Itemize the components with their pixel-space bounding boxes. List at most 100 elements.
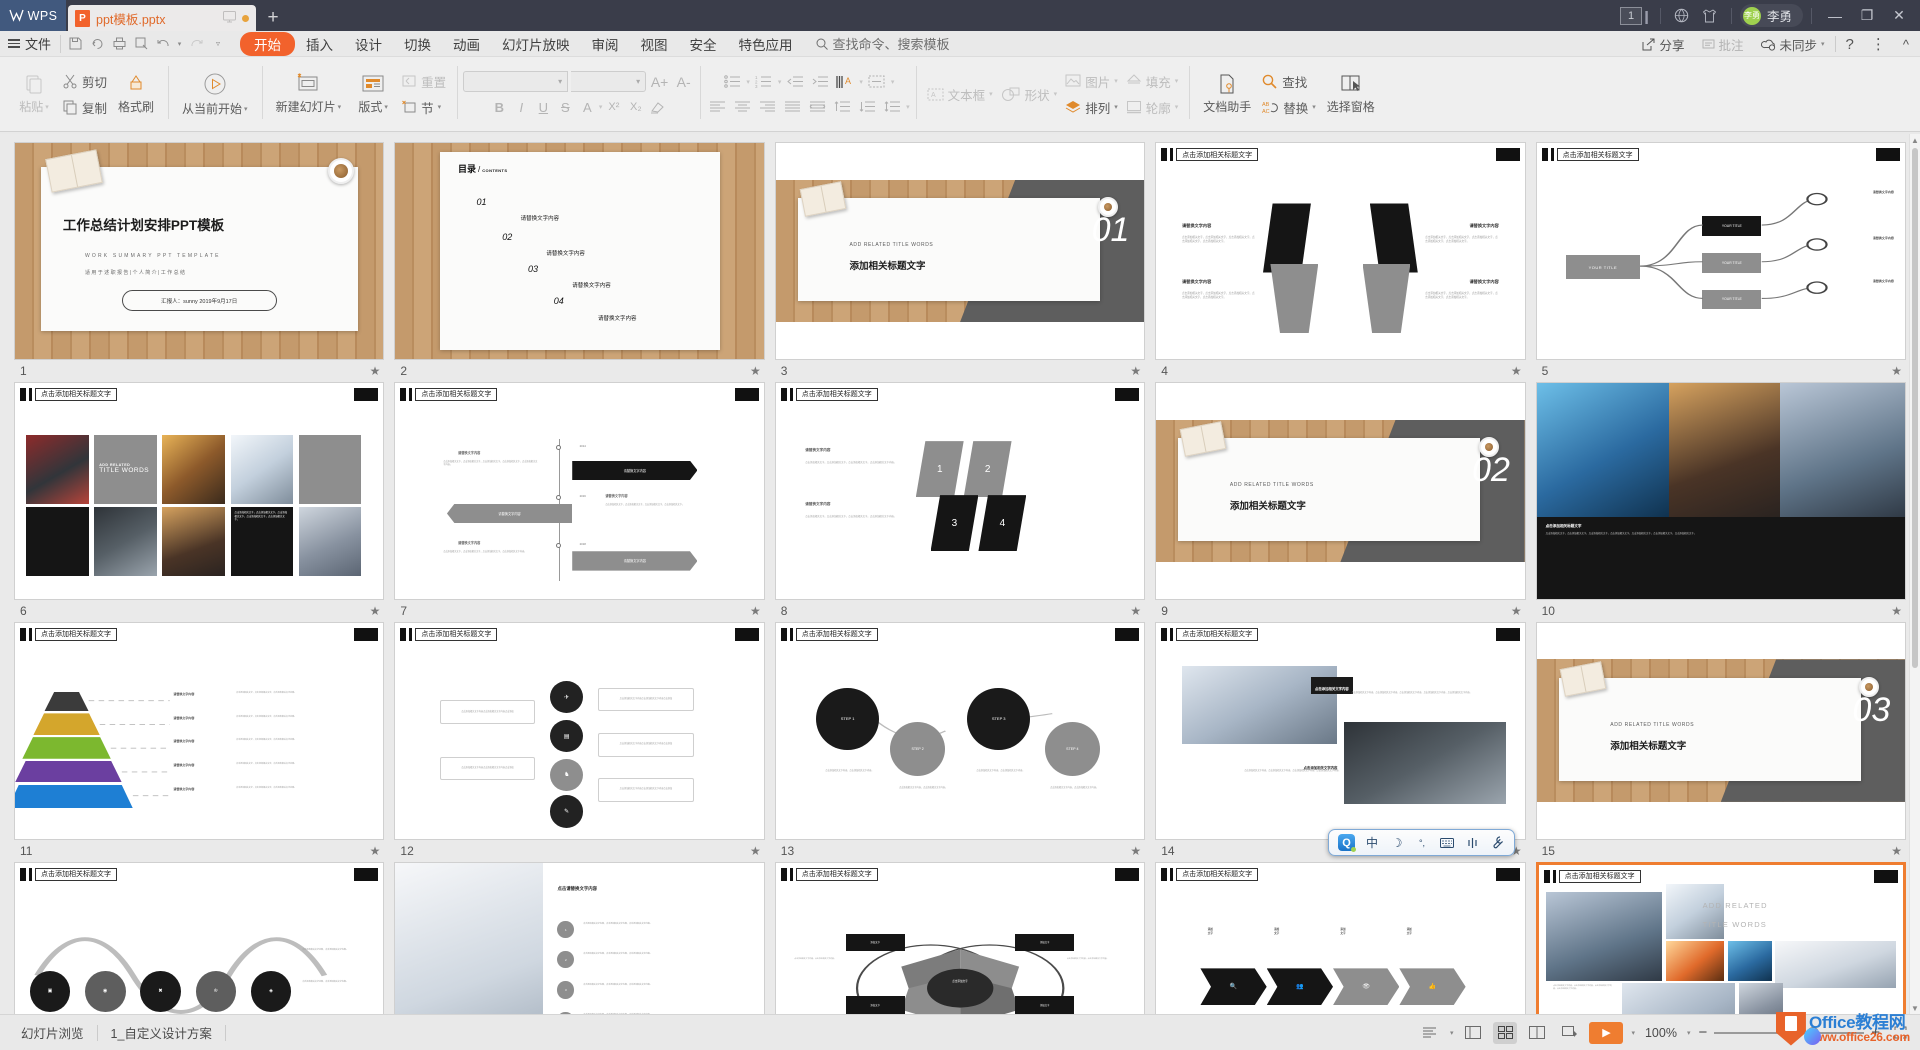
fill-button[interactable]: 填充▾ bbox=[1122, 70, 1183, 93]
align-right-icon[interactable] bbox=[756, 97, 778, 116]
strikethrough-button[interactable]: S bbox=[555, 97, 576, 117]
animation-star-icon[interactable]: ★ bbox=[1130, 844, 1141, 858]
monitor-icon[interactable] bbox=[223, 11, 236, 26]
globe-icon[interactable] bbox=[1669, 4, 1695, 28]
slide-cell[interactable]: 点击添加相关标题文字 ✈ ▤ ♞ ✎ 点击添加相关文字内容点击添加相关文字内容点… bbox=[394, 622, 764, 862]
skin-shirt-icon[interactable] bbox=[1697, 4, 1723, 28]
print-preview-icon[interactable] bbox=[131, 34, 151, 54]
page-count-chip[interactable]: 1 bbox=[1620, 7, 1642, 25]
text-direction-icon[interactable]: A bbox=[834, 72, 856, 91]
animation-star-icon[interactable]: ★ bbox=[750, 844, 761, 858]
align-center-icon[interactable] bbox=[731, 97, 753, 116]
tab-review[interactable]: 审阅 bbox=[581, 32, 630, 56]
chevron-down-icon[interactable]: ▾ bbox=[746, 78, 750, 86]
slide-cell[interactable]: ADD RELATED TITLE WORDS 添加相关标题文字 01 3 ★ bbox=[775, 142, 1145, 382]
slide-cell[interactable]: 点击添加相关标题文字 ▣ ◉ ✖ ♔ ◈ 点击添加相关文字内容，点击添加相关文字… bbox=[14, 862, 384, 1014]
animation-star-icon[interactable]: ★ bbox=[1130, 364, 1141, 378]
underline-button[interactable]: U bbox=[533, 97, 554, 117]
slide-thumbnail-14[interactable]: 点击添加相关标题文字 点击添加相关文字内容 点击添加相关文字内容，点击添加相关文… bbox=[1155, 622, 1525, 840]
chevron-down-icon[interactable]: ▾ bbox=[906, 103, 910, 111]
font-family-select[interactable]: ▾ bbox=[463, 71, 568, 92]
numbering-icon[interactable]: 123 bbox=[753, 72, 775, 91]
redo-icon[interactable] bbox=[186, 34, 206, 54]
chevron-down-icon[interactable]: ▾ bbox=[1312, 103, 1316, 111]
animation-star-icon[interactable]: ★ bbox=[750, 364, 761, 378]
reset-button[interactable]: 重置 bbox=[398, 70, 450, 93]
chevron-down-icon[interactable]: ▾ bbox=[1821, 40, 1825, 48]
animation-star-icon[interactable]: ★ bbox=[370, 604, 381, 618]
slide-cell[interactable]: 点击添加相关标题文字 请替换文字内容 点击添加相关文字，点击添加相关文字，点击添… bbox=[14, 622, 384, 862]
chevron-down-icon[interactable]: ▾ bbox=[338, 103, 342, 111]
textbox-button[interactable]: A 文本框▾ bbox=[923, 83, 997, 106]
chevron-down-icon[interactable]: ▾ bbox=[891, 78, 895, 86]
subscript-button[interactable]: X₂ bbox=[625, 97, 646, 117]
shrink-font-button[interactable]: A- bbox=[673, 72, 694, 92]
slide-thumbnail-3[interactable]: ADD RELATED TITLE WORDS 添加相关标题文字 01 bbox=[775, 142, 1145, 360]
new-slide-button[interactable]: 新建幻灯片▾ bbox=[269, 69, 349, 119]
tab-security[interactable]: 安全 bbox=[679, 32, 728, 56]
animation-star-icon[interactable]: ★ bbox=[750, 604, 761, 618]
chevron-down-icon[interactable]: ▾ bbox=[45, 103, 49, 111]
sync-status-button[interactable]: 未同步 ▾ bbox=[1754, 35, 1832, 54]
zoom-out-button[interactable]: − bbox=[1698, 1024, 1707, 1041]
animation-star-icon[interactable]: ★ bbox=[1891, 364, 1902, 378]
bullets-icon[interactable] bbox=[721, 72, 743, 91]
presenter-view-button[interactable] bbox=[1557, 1022, 1581, 1044]
command-search[interactable]: 查找命令、搜索模板 bbox=[816, 34, 950, 53]
slide-thumbnail-10[interactable]: 点击添加相关标题文字 点击添加相关文字，点击添加相关文字，点击添加相关文字，点击… bbox=[1536, 382, 1906, 600]
ime-language-mode-button[interactable]: 中 bbox=[1364, 834, 1380, 851]
slide-cell[interactable]: 点击添加相关标题文字 点击添加相关文字内容 点击添加相关文字内容，点击添加相关文… bbox=[1155, 622, 1525, 862]
undo-icon[interactable] bbox=[153, 34, 173, 54]
slide-cell[interactable]: 点击添加相关标题文字 ADD RELATED TITLE WORDS 点击添加相… bbox=[1536, 862, 1906, 1014]
normal-view-button[interactable] bbox=[1461, 1022, 1485, 1044]
chevron-down-icon[interactable]: ▾ bbox=[1114, 77, 1118, 85]
chevron-down-icon[interactable]: ▾ bbox=[438, 103, 442, 111]
more-options-button[interactable]: ⋮ bbox=[1864, 35, 1893, 53]
scroll-thumb[interactable] bbox=[1912, 148, 1918, 668]
undo-curve-icon[interactable] bbox=[87, 34, 107, 54]
superscript-button[interactable]: X² bbox=[603, 97, 624, 117]
toolbox-icon[interactable] bbox=[1489, 836, 1505, 849]
zoom-slider[interactable]: − + bbox=[1698, 1024, 1880, 1041]
zoom-track[interactable] bbox=[1714, 1032, 1864, 1034]
zoom-knob[interactable] bbox=[1807, 1027, 1819, 1039]
picture-button[interactable]: 图片▾ bbox=[1061, 70, 1122, 93]
animation-star-icon[interactable]: ★ bbox=[1891, 844, 1902, 858]
slide-cell[interactable]: 点击添加相关标题文字 ADD RELATED TITLE WORDS 点击添加相… bbox=[14, 382, 384, 622]
slide-cell[interactable]: 点击添加相关标题文字 STEP 1 STEP 2 STEP 3 STEP 4 点… bbox=[775, 622, 1145, 862]
user-account-pill[interactable]: 李勇 李勇 bbox=[1740, 4, 1803, 27]
print-icon[interactable] bbox=[109, 34, 129, 54]
new-tab-button[interactable]: + bbox=[256, 5, 290, 31]
tab-featured-apps[interactable]: 特色应用 bbox=[728, 32, 804, 56]
ime-floating-toolbar[interactable]: Q 中 ☽ °, bbox=[1328, 829, 1515, 856]
slide-thumbnail-5[interactable]: 点击添加相关标题文字 YOUR TITLE YOUR TITLE YOUR TI… bbox=[1536, 142, 1906, 360]
slide-cell[interactable]: 点击添加相关标题文字 请替换文字内容 点击添加相关文字，点击添加相关文字，点击添… bbox=[1155, 142, 1525, 382]
slide-cell[interactable]: 点击添加相关标题文字 点击添加文字 添加文字 添加文字 添加文字 添加文字 bbox=[775, 862, 1145, 1014]
outline-button[interactable]: 轮廓▾ bbox=[1122, 96, 1183, 119]
format-painter-button[interactable]: 格式刷 bbox=[111, 69, 161, 119]
line-space-down-icon[interactable] bbox=[856, 97, 878, 116]
qq-ime-logo-icon[interactable]: Q bbox=[1338, 834, 1355, 851]
file-menu-button[interactable]: 文件 bbox=[0, 34, 60, 53]
justify-icon[interactable] bbox=[781, 97, 803, 116]
window-stack-icon[interactable]: ||| bbox=[1644, 8, 1646, 24]
tab-transition[interactable]: 切换 bbox=[393, 32, 442, 56]
slide-thumbnail-2[interactable]: 目录 / CONTENTS 01 请替换文字内容 02 请替换文字内容 03 请… bbox=[394, 142, 764, 360]
slide-cell[interactable]: 点击添加相关标题文字 1 2 3 4 请替换文字内容 点击添加相关文字，点击添加… bbox=[775, 382, 1145, 622]
slide-cell[interactable]: 点击添加相关标题文字 🔍 👥 👁 👍 添加文字 添加文字 添加文字 添加文字 点… bbox=[1155, 862, 1525, 1014]
slide-thumbnail-1[interactable]: 工作总结计划安排PPT模板 WORK SUMMARY PPT TEMPLATE … bbox=[14, 142, 384, 360]
chevron-down-icon[interactable]: ▾ bbox=[1175, 103, 1179, 111]
cut-button[interactable]: 剪切 bbox=[59, 70, 111, 93]
tab-design[interactable]: 设计 bbox=[344, 32, 393, 56]
scroll-up-arrow[interactable]: ▲ bbox=[1910, 134, 1920, 146]
slide-thumbnail-9[interactable]: ADD RELATED TITLE WORDS 添加相关标题文字 02 bbox=[1155, 382, 1525, 600]
tab-view[interactable]: 视图 bbox=[630, 32, 679, 56]
slide-cell[interactable]: ADD RELATED TITLE WORDS 添加相关标题文字 02 9 ★ bbox=[1155, 382, 1525, 622]
slide-thumbnail-7[interactable]: 点击添加相关标题文字 2014 2016 2018 请替换文字内容 请替换文字内… bbox=[394, 382, 764, 600]
selection-pane-button[interactable]: 选择窗格 bbox=[1320, 69, 1382, 119]
chevron-down-icon[interactable]: ▾ bbox=[1450, 1029, 1454, 1037]
font-color-button[interactable]: A bbox=[577, 97, 598, 117]
animation-star-icon[interactable]: ★ bbox=[1511, 364, 1522, 378]
keyboard-icon[interactable] bbox=[1439, 838, 1455, 848]
find-button[interactable]: 查找 bbox=[1258, 70, 1320, 93]
